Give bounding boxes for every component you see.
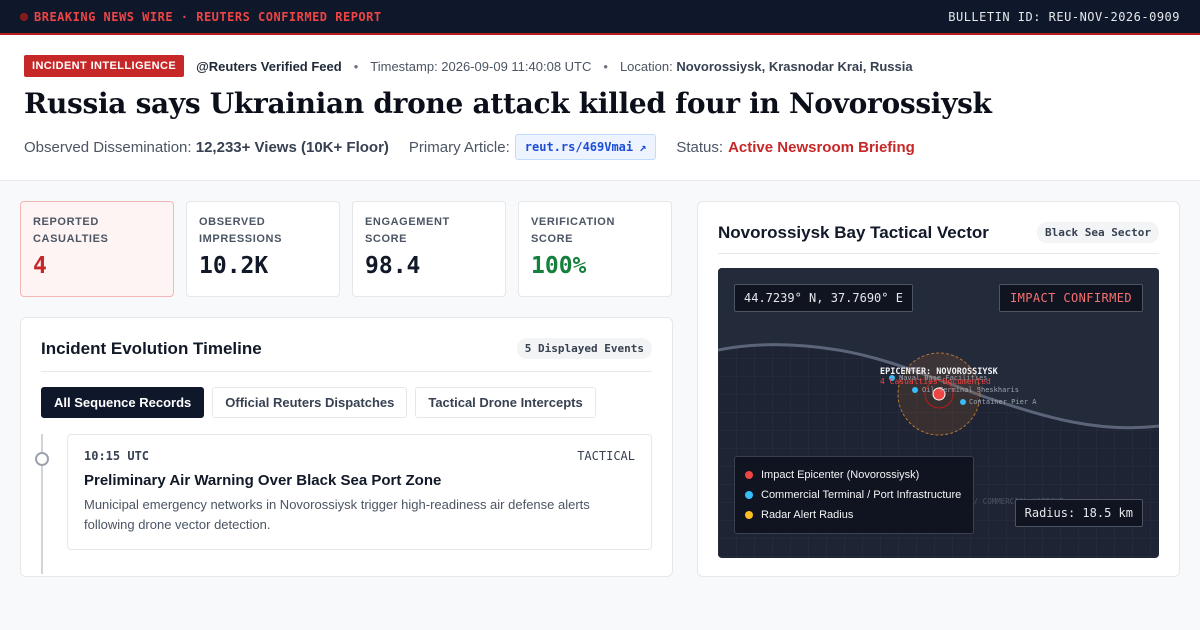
event-time: 10:15 UTC bbox=[84, 449, 150, 463]
event-type: TACTICAL bbox=[577, 449, 635, 463]
stat-label: OBSERVED IMPRESSIONS bbox=[199, 216, 283, 245]
article-header: INCIDENT INTELLIGENCE @Reuters Verified … bbox=[0, 35, 1200, 181]
timeline-header: Incident Evolution Timeline 5 Displayed … bbox=[41, 338, 652, 372]
filter-all-records[interactable]: All Sequence Records bbox=[41, 387, 205, 418]
terminal-dot-icon bbox=[745, 491, 753, 499]
dissemination-label: Observed Dissemination: bbox=[24, 138, 192, 156]
stat-card-casualties: REPORTED CASUALTIES 4 bbox=[20, 201, 174, 297]
stat-value: 10.2K bbox=[199, 253, 269, 279]
poi-label: Oil Terminal Sheskharis bbox=[922, 386, 1019, 394]
epicenter-label: EPICENTER: NOVOROSSIYSK bbox=[880, 367, 999, 377]
legend-item: Commercial Terminal / Port Infrastructur… bbox=[745, 485, 963, 505]
stat-value: 100% bbox=[531, 253, 587, 279]
article-label: Primary Article: bbox=[408, 138, 510, 156]
stat-value: 98.4 bbox=[365, 253, 421, 279]
timeline-event-card[interactable]: 10:15 UTC TACTICAL Preliminary Air Warni… bbox=[67, 434, 652, 550]
stat-card-engagement: ENGAGEMENT SCORE 98.4 bbox=[352, 201, 506, 297]
sector-badge: Black Sea Sector bbox=[1037, 222, 1159, 243]
meta-separator: • bbox=[603, 58, 608, 74]
legend-label: Radar Alert Radius bbox=[761, 509, 854, 521]
impact-status-badge: IMPACT CONFIRMED bbox=[999, 284, 1143, 312]
status-label: Status: bbox=[676, 138, 724, 156]
stat-label: VERIFICATION SCORE bbox=[531, 216, 615, 245]
map-panel: Novorossiysk Bay Tactical Vector Black S… bbox=[697, 201, 1180, 577]
legend-item: Impact Epicenter (Novorossiysk) bbox=[745, 465, 963, 485]
primary-article-link[interactable]: reut.rs/469Vmai ↗ bbox=[514, 134, 657, 160]
tactical-map[interactable]: Naval Base Facilities Oil Terminal Shesk… bbox=[718, 268, 1159, 558]
breaking-wire: BREAKING NEWS WIRE · REUTERS CONFIRMED R… bbox=[20, 10, 382, 24]
location-value: Novorossiysk, Krasnodar Krai, Russia bbox=[676, 58, 913, 74]
status-badge: Active Newsroom Briefing bbox=[728, 138, 915, 156]
map-title: Novorossiysk Bay Tactical Vector bbox=[718, 222, 989, 242]
poi-container-pier bbox=[960, 399, 966, 405]
filter-reuters-dispatches[interactable]: Official Reuters Dispatches bbox=[212, 387, 408, 418]
live-indicator-icon bbox=[20, 12, 28, 21]
dissemination-row: Observed Dissemination: 12,233+ Views (1… bbox=[24, 134, 1176, 160]
timestamp: Timestamp: 2026-09-09 11:40:08 UTC bbox=[370, 58, 592, 74]
wire-label: BREAKING NEWS WIRE · REUTERS CONFIRMED R… bbox=[34, 9, 382, 24]
timeline-title: Incident Evolution Timeline bbox=[41, 338, 262, 358]
epicenter-sublabel: 4 Casualties Documented bbox=[880, 377, 991, 386]
legend-label: Commercial Terminal / Port Infrastructur… bbox=[761, 489, 962, 501]
dissemination-value: 12,233+ Views (10K+ Floor) bbox=[195, 138, 389, 156]
article-link-text: reut.rs/469Vmai bbox=[524, 140, 634, 154]
page-title: Russia says Ukrainian drone attack kille… bbox=[24, 87, 992, 120]
event-count-badge: 5 Displayed Events bbox=[516, 338, 652, 359]
stat-label: REPORTED CASUALTIES bbox=[33, 216, 109, 245]
category-tag: INCIDENT INTELLIGENCE bbox=[24, 55, 185, 77]
stat-value: 4 bbox=[33, 253, 47, 279]
stats-row: REPORTED CASUALTIES 4 OBSERVED IMPRESSIO… bbox=[20, 201, 672, 297]
top-banner: BREAKING NEWS WIRE · REUTERS CONFIRMED R… bbox=[0, 0, 1200, 35]
epicenter-dot-icon bbox=[745, 471, 753, 479]
poi-label: Container Pier A bbox=[969, 398, 1037, 406]
bulletin-id: BULLETIN ID: REU-NOV-2026-0909 bbox=[948, 9, 1180, 24]
event-title: Preliminary Air Warning Over Black Sea P… bbox=[84, 472, 442, 489]
radar-dot-icon bbox=[745, 511, 753, 519]
coordinates-readout: 44.7239° N, 37.7690° E bbox=[734, 284, 913, 312]
legend-label: Impact Epicenter (Novorossiysk) bbox=[761, 469, 920, 481]
meta-separator: • bbox=[353, 58, 359, 74]
timeline-node-icon bbox=[35, 452, 49, 466]
stat-label: ENGAGEMENT SCORE bbox=[365, 216, 450, 245]
poi-oil-terminal bbox=[912, 387, 918, 393]
radius-readout: Radius: 18.5 km bbox=[1014, 499, 1143, 527]
event-description: Municipal emergency networks in Novoross… bbox=[84, 497, 590, 532]
filter-drone-intercepts[interactable]: Tactical Drone Intercepts bbox=[415, 387, 596, 418]
stat-card-verification: VERIFICATION SCORE 100% bbox=[518, 201, 672, 297]
source-feed[interactable]: @Reuters Verified Feed bbox=[196, 59, 342, 74]
map-legend: Impact Epicenter (Novorossiysk) Commerci… bbox=[734, 456, 974, 534]
stat-card-impressions: OBSERVED IMPRESSIONS 10.2K bbox=[186, 201, 340, 297]
event-meta: 10:15 UTC TACTICAL bbox=[84, 449, 635, 463]
timeline-filters: All Sequence Records Official Reuters Di… bbox=[41, 387, 652, 418]
map-header: Novorossiysk Bay Tactical Vector Black S… bbox=[718, 222, 1159, 254]
timeline-body: 10:15 UTC TACTICAL Preliminary Air Warni… bbox=[35, 434, 652, 574]
meta-row: INCIDENT INTELLIGENCE @Reuters Verified … bbox=[24, 55, 1176, 77]
legend-item: Radar Alert Radius bbox=[745, 505, 963, 525]
location-label: Location: bbox=[619, 58, 673, 74]
timeline-panel: Incident Evolution Timeline 5 Displayed … bbox=[20, 317, 673, 577]
external-link-icon: ↗ bbox=[639, 140, 647, 154]
